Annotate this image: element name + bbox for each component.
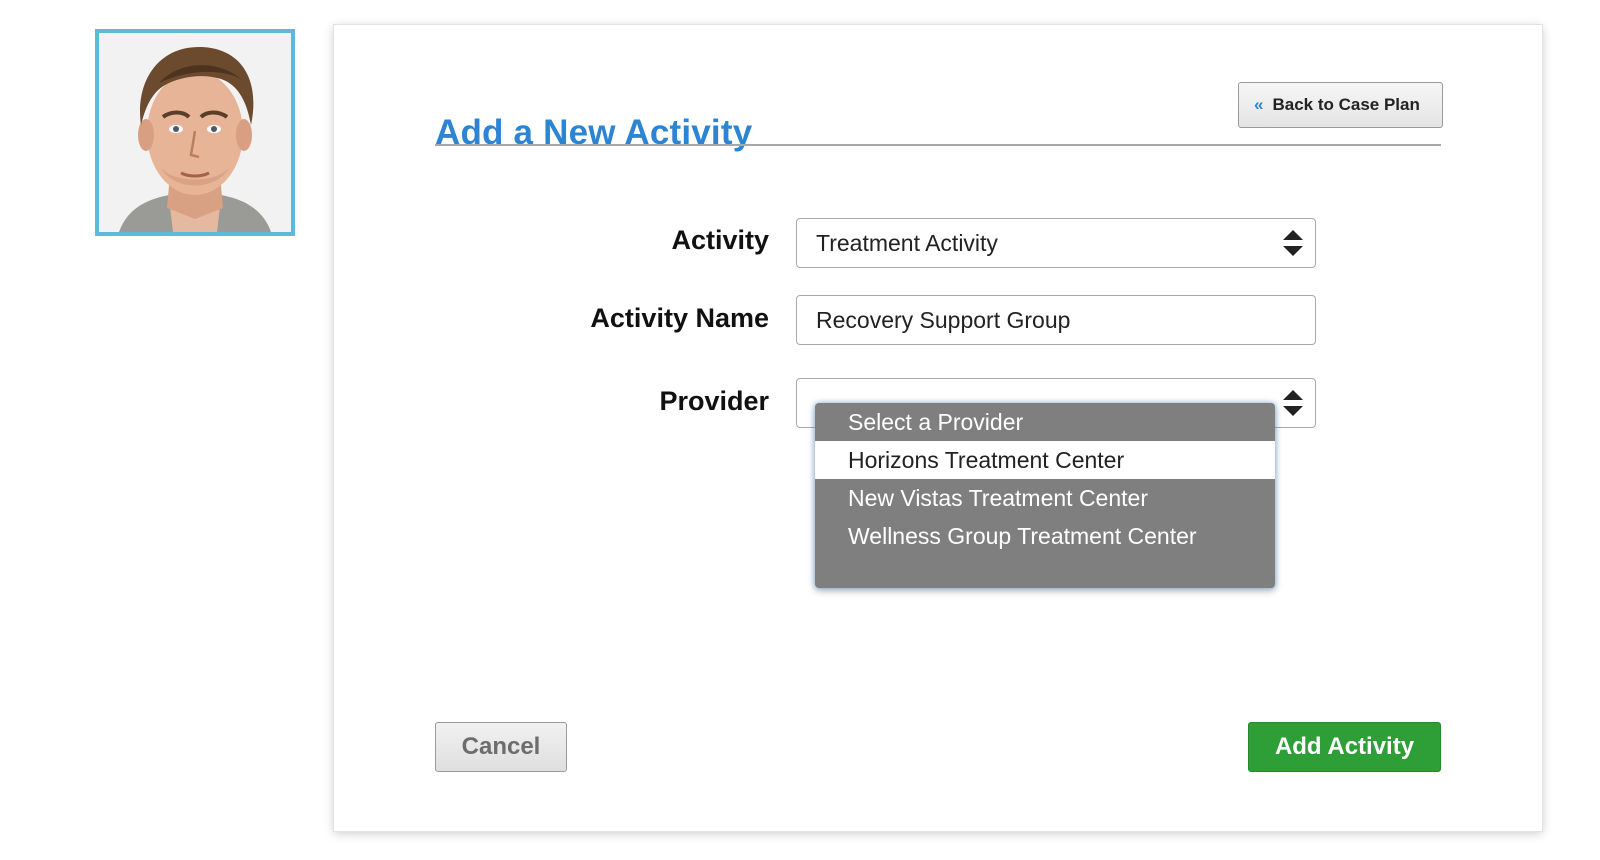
activity-select-value: Treatment Activity bbox=[816, 229, 998, 256]
activity-name-input[interactable]: Recovery Support Group bbox=[796, 295, 1316, 345]
provider-option[interactable]: Wellness Group Treatment Center bbox=[815, 517, 1275, 555]
back-button-label: Back to Case Plan bbox=[1272, 95, 1420, 114]
cancel-button[interactable]: Cancel bbox=[435, 722, 567, 772]
activity-label: Activity bbox=[671, 225, 769, 255]
user-photo-icon bbox=[99, 33, 291, 232]
title-divider bbox=[435, 144, 1441, 146]
provider-option[interactable]: Select a Provider bbox=[815, 403, 1275, 441]
activity-select[interactable]: Treatment Activity bbox=[796, 218, 1316, 268]
avatar bbox=[95, 29, 295, 236]
activity-name-value: Recovery Support Group bbox=[816, 306, 1071, 333]
activity-card: Add a New Activity « Back to Case Plan A… bbox=[334, 25, 1542, 831]
select-arrows-icon bbox=[1283, 230, 1303, 256]
page-title: Add a New Activity bbox=[435, 113, 753, 152]
provider-option[interactable]: New Vistas Treatment Center bbox=[815, 479, 1275, 517]
add-activity-button[interactable]: Add Activity bbox=[1248, 722, 1441, 772]
provider-dropdown-list[interactable]: Select a Provider Horizons Treatment Cen… bbox=[815, 403, 1275, 588]
double-chevron-left-icon: « bbox=[1254, 95, 1264, 114]
provider-label: Provider bbox=[659, 386, 769, 416]
select-arrows-icon bbox=[1283, 390, 1303, 416]
back-to-case-plan-button[interactable]: « Back to Case Plan bbox=[1238, 82, 1443, 128]
activity-name-label: Activity Name bbox=[590, 303, 769, 333]
provider-option-highlighted[interactable]: Horizons Treatment Center bbox=[815, 441, 1275, 479]
page: Add a New Activity « Back to Case Plan A… bbox=[0, 0, 1600, 860]
